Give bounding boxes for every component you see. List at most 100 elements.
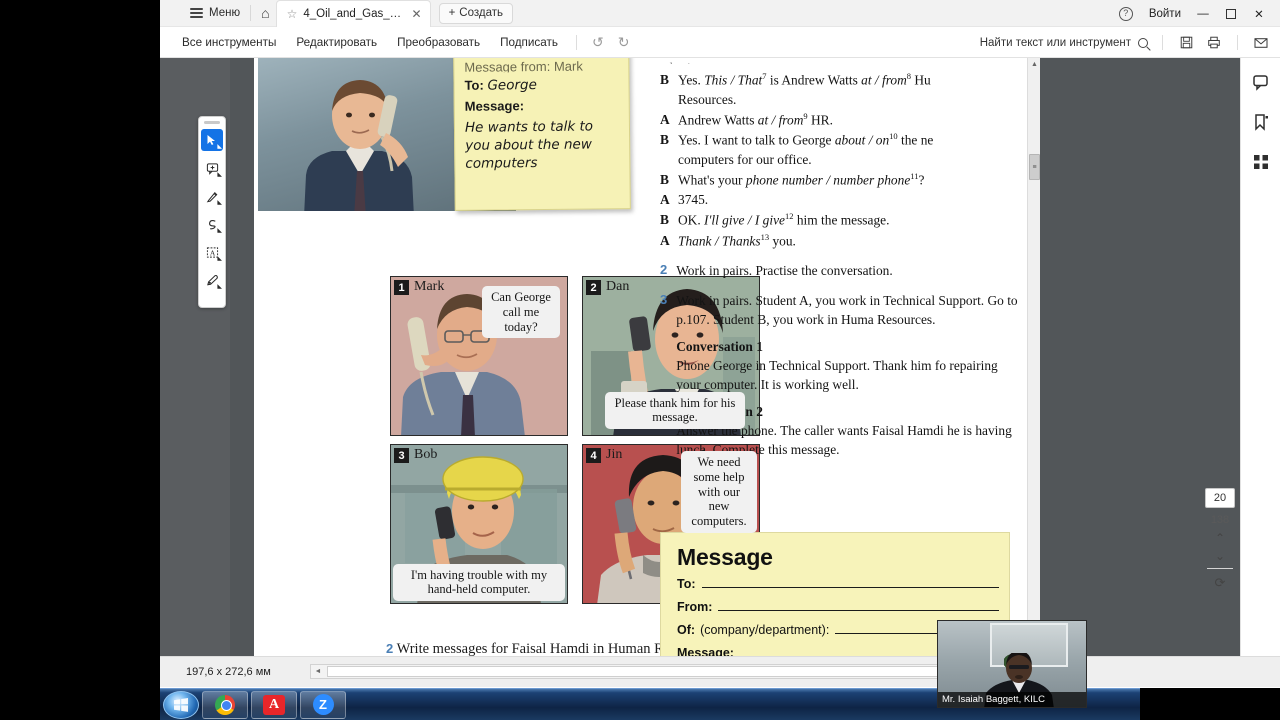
- dialogue-line: B OK. I'll give / I give12 him the messa…: [660, 210, 1020, 230]
- webcam-overlay[interactable]: Mr. Isaiah Baggett, KILC: [937, 620, 1087, 708]
- dialogue-text: Thank / Thanks13 you.: [678, 231, 796, 249]
- sticky-message-label: Message:: [464, 98, 525, 114]
- dialogue-text: OK. I'll give / I give12 him the message…: [678, 211, 890, 228]
- zoom-icon: Z: [312, 694, 334, 715]
- highlight-tool[interactable]: ◣: [201, 185, 223, 207]
- document-tab[interactable]: ☆ 4_Oil_and_Gas_lev... ✕: [275, 0, 431, 27]
- panel-character-name: Bob: [414, 447, 438, 462]
- field-label: Message:: [677, 646, 734, 656]
- letterbox-left: [0, 0, 160, 720]
- sign-in-button[interactable]: Войти: [1142, 2, 1188, 26]
- right-panel-rail: [1240, 58, 1280, 656]
- next-page-icon[interactable]: ⌄: [1215, 550, 1225, 562]
- star-icon[interactable]: ☆: [287, 7, 298, 21]
- search-input[interactable]: Найти текст или инструмент: [980, 37, 1152, 49]
- document-viewer[interactable]: Message from: Mark To: George Message: H…: [160, 58, 1280, 656]
- dialogue-line: B Yes. This / That7 is Andrew Watts at /…: [660, 70, 1020, 109]
- toolbar-right: Найти текст или инструмент: [980, 27, 1274, 58]
- chevron-down-icon: ◣: [217, 256, 222, 262]
- exercise-number: 2: [660, 262, 668, 278]
- participant-name-label: Mr. Isaiah Baggett, KILC: [938, 692, 1086, 707]
- exercise-number: 3: [660, 292, 668, 308]
- undo-icon[interactable]: ↺: [585, 34, 611, 51]
- new-tab-button[interactable]: + Создать: [438, 2, 513, 24]
- stamp-tool[interactable]: ◣: [201, 269, 223, 291]
- panel-number: 1: [394, 280, 409, 295]
- search-placeholder: Найти текст или инструмент: [979, 36, 1131, 49]
- windows-taskbar: A Z ◣ ▮ 🔊 03.10.2023: [160, 688, 1280, 720]
- scrollbar-thumb[interactable]: ≡: [1029, 154, 1040, 180]
- horizontal-scrollbar[interactable]: ◄ ►: [310, 664, 1022, 679]
- select-tool[interactable]: ◣: [201, 129, 223, 151]
- svg-text:A: A: [209, 248, 215, 257]
- maximize-button[interactable]: [1218, 2, 1244, 26]
- speaker: B: [660, 132, 669, 148]
- speech-bubble: We need some help with our new computers…: [681, 451, 757, 533]
- page-number-input[interactable]: 20: [1205, 488, 1235, 508]
- field-label: From:: [677, 600, 713, 614]
- chevron-down-icon: ◣: [217, 284, 222, 290]
- annotation-toolstrip: ◣ ◣ ◣ ◣ A ◣ ◣: [198, 116, 226, 308]
- comment-panel-icon[interactable]: [1249, 70, 1273, 94]
- start-button[interactable]: [163, 690, 199, 719]
- sticky-to-value: George: [487, 77, 537, 94]
- title-bar: Меню ⌂ ☆ 4_Oil_and_Gas_lev... ✕ + Создат…: [160, 0, 1280, 27]
- redo-icon[interactable]: ↻: [611, 34, 637, 51]
- menu-button[interactable]: Меню: [190, 5, 240, 20]
- home-icon[interactable]: ⌂: [261, 6, 269, 20]
- total-pages-label: 138: [1210, 514, 1230, 526]
- acrobat-window: Меню ⌂ ☆ 4_Oil_and_Gas_lev... ✕ + Создат…: [160, 0, 1280, 688]
- dialogue-text: Yes. I want to talk to George about / on…: [678, 131, 934, 167]
- close-icon[interactable]: ✕: [412, 7, 422, 21]
- all-tools-button[interactable]: Все инструменты: [172, 36, 286, 49]
- maximize-icon: [1226, 8, 1236, 19]
- mail-icon[interactable]: [1248, 31, 1274, 55]
- message-form-title: Message: [677, 544, 773, 570]
- text-box-tool[interactable]: A ◣: [201, 241, 223, 263]
- field-note: (company/department):: [700, 623, 830, 637]
- page-scrollbar[interactable]: ▲ ≡ ▼: [1027, 58, 1040, 656]
- chevron-down-icon: ◣: [217, 228, 222, 234]
- sign-in-label: Войти: [1148, 7, 1181, 20]
- convert-button[interactable]: Преобразовать: [387, 36, 490, 49]
- close-window-button[interactable]: ✕: [1246, 2, 1272, 26]
- help-button[interactable]: ?: [1112, 2, 1140, 26]
- speaker: A: [660, 111, 670, 127]
- acrobat-taskbar-icon[interactable]: A: [251, 690, 297, 719]
- help-icon: ?: [1118, 6, 1133, 21]
- panel-character-name: Mark: [414, 279, 445, 294]
- dialogue-line: A Thank / Thanks13 you.: [660, 231, 1020, 251]
- scroll-left-arrow[interactable]: ◄: [311, 665, 325, 678]
- comment-tool[interactable]: ◣: [201, 157, 223, 179]
- comic-panel-3: 3 Bob I'm having trouble with my hand-he…: [390, 444, 568, 604]
- search-icon[interactable]: [1138, 37, 1148, 48]
- page-navigation: 20 138 ⌃ ⌄ ⟳: [1201, 488, 1239, 591]
- previous-page-icon[interactable]: ⌃: [1215, 532, 1225, 544]
- print-icon[interactable]: [1201, 31, 1227, 55]
- edit-button[interactable]: Редактировать: [286, 36, 387, 49]
- refresh-icon[interactable]: ⟳: [1215, 575, 1226, 591]
- minimize-button[interactable]: —: [1190, 2, 1216, 26]
- draw-tool[interactable]: ◣: [201, 213, 223, 235]
- sticky-to-row: To: George: [464, 76, 618, 94]
- horizontal-scrollbar-thumb[interactable]: [327, 666, 1005, 677]
- main-toolbar: Все инструменты Редактировать Преобразов…: [160, 27, 1280, 58]
- sign-button[interactable]: Подписать: [490, 36, 568, 49]
- acrobat-icon: A: [263, 694, 285, 715]
- save-icon[interactable]: [1173, 31, 1199, 55]
- zoom-taskbar-icon[interactable]: Z: [300, 690, 346, 719]
- divider: [575, 34, 577, 50]
- dialogue-line: A Andrew Watts at / from9 HR.: [660, 110, 1020, 130]
- thumbnails-panel-icon[interactable]: [1249, 150, 1273, 174]
- dialogue-text: Yes. This / That7 is Andrew Watts at / f…: [678, 71, 931, 107]
- letterbox-bottom-right: [1140, 688, 1280, 720]
- menu-label: Меню: [209, 7, 241, 19]
- chrome-taskbar-icon[interactable]: [202, 690, 248, 719]
- panel-number: 3: [394, 448, 409, 463]
- speaker: B: [660, 212, 669, 228]
- bookmark-panel-icon[interactable]: [1249, 110, 1273, 134]
- scroll-up-arrow[interactable]: ▲: [1028, 58, 1040, 71]
- chrome-icon: [215, 694, 235, 715]
- toolstrip-grip[interactable]: [204, 121, 220, 124]
- panel-character-name: Dan: [606, 279, 630, 294]
